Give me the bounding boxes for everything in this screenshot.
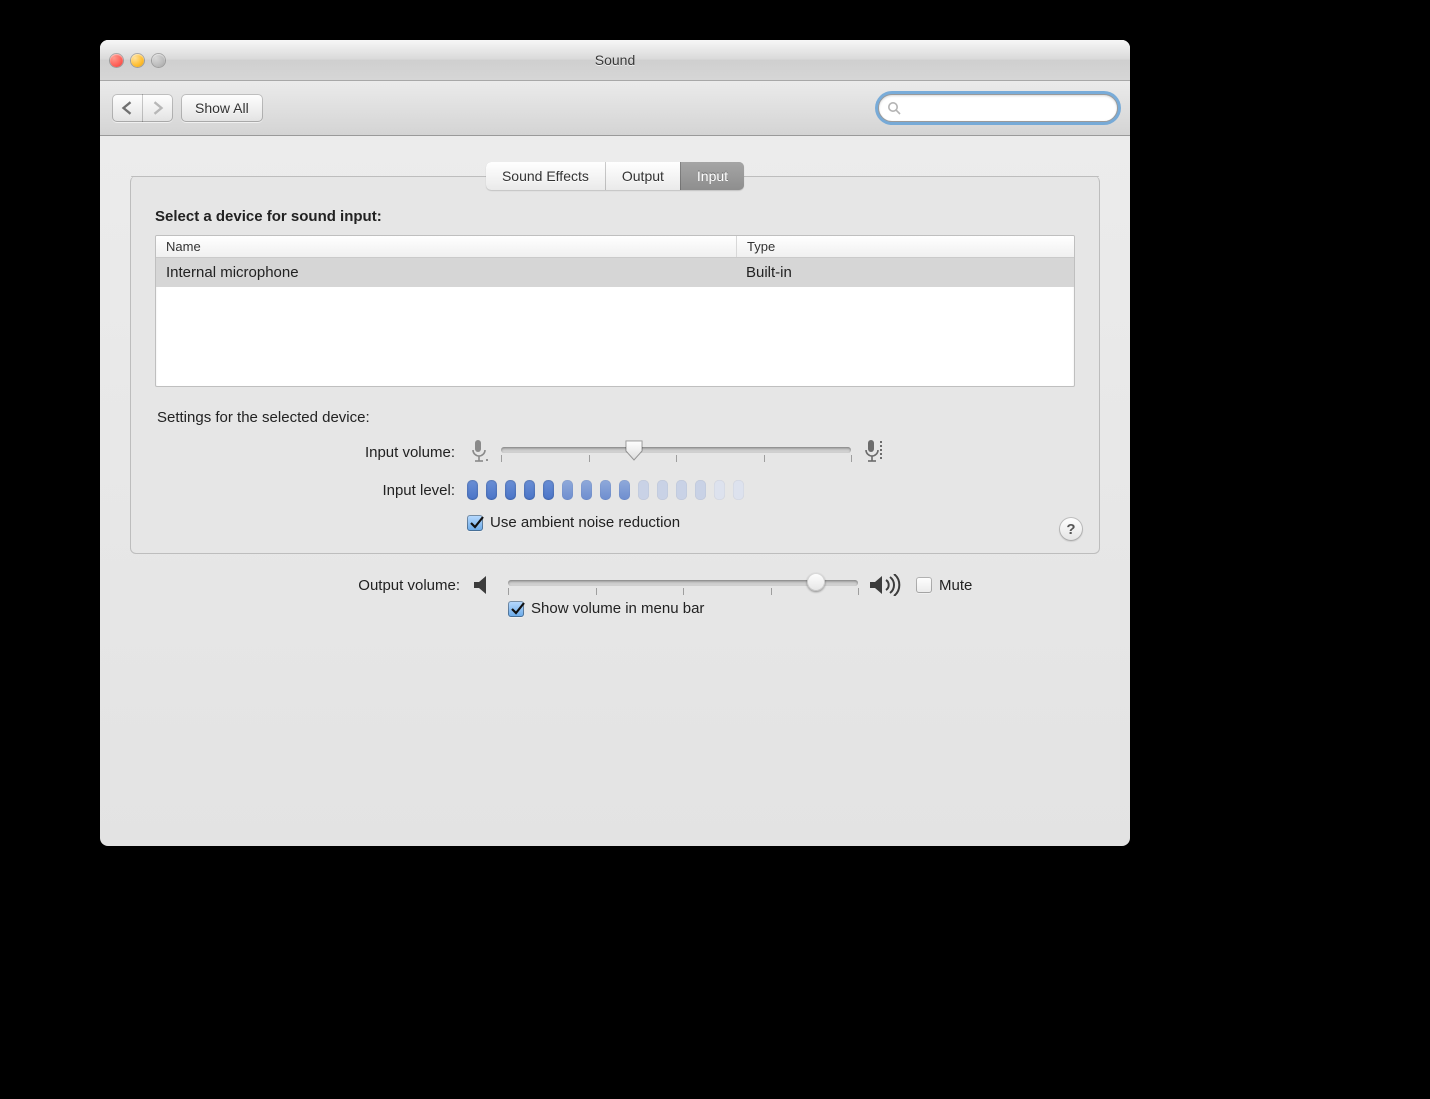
input-volume-label: Input volume: (155, 444, 467, 461)
level-segment (543, 480, 554, 500)
checkmark-icon (468, 515, 484, 531)
mute-checkbox[interactable] (916, 577, 932, 593)
checkmark-icon (509, 601, 525, 617)
level-segment (467, 480, 478, 500)
level-segment (657, 480, 668, 500)
input-volume-slider[interactable] (501, 447, 851, 453)
level-segment (676, 480, 687, 500)
ambient-noise-label: Use ambient noise reduction (490, 514, 680, 531)
sound-preferences-window: Sound Show All (100, 40, 1130, 846)
tab-input[interactable]: Input (680, 162, 744, 190)
help-button[interactable]: ? (1059, 517, 1083, 541)
sound-settings-group: Sound Effects Output Input Select a devi… (130, 176, 1100, 554)
output-volume-label: Output volume: (130, 577, 472, 594)
back-button[interactable] (112, 94, 143, 122)
zoom-window-button[interactable] (152, 54, 165, 67)
speaker-loud-icon (868, 574, 902, 596)
level-segment (562, 480, 573, 500)
table-row[interactable]: Internal microphone Built-in (156, 258, 1074, 287)
chevron-left-icon (121, 101, 133, 115)
minimize-window-button[interactable] (131, 54, 144, 67)
level-segment (638, 480, 649, 500)
tab-strip: Sound Effects Output Input (155, 162, 1075, 190)
column-header-type[interactable]: Type (737, 236, 1074, 257)
level-segment (486, 480, 497, 500)
slider-ticks (501, 455, 851, 463)
ambient-noise-checkbox[interactable] (467, 515, 483, 531)
search-field-wrap (878, 94, 1118, 122)
level-segment (733, 480, 744, 500)
input-level-row: Input level: (155, 480, 1075, 500)
level-segment (619, 480, 630, 500)
show-in-menubar-label: Show volume in menu bar (531, 600, 704, 617)
window-title: Sound (100, 52, 1130, 68)
output-volume-row: Output volume: (130, 574, 1100, 596)
ambient-noise-row: Use ambient noise reduction (155, 514, 1075, 531)
input-device-table[interactable]: Name Type Internal microphone Built-in (155, 235, 1075, 387)
input-level-meter (467, 480, 744, 500)
show-in-menubar-checkbox[interactable] (508, 601, 524, 617)
microphone-high-icon (861, 438, 885, 466)
search-icon (887, 101, 901, 115)
forward-button[interactable] (143, 94, 173, 122)
device-type-cell: Built-in (736, 262, 1074, 283)
level-segment (505, 480, 516, 500)
toolbar: Show All (100, 81, 1130, 136)
device-name-cell: Internal microphone (156, 262, 736, 283)
input-volume-row: Input volume: (155, 438, 1075, 466)
content-area: Sound Effects Output Input Select a devi… (100, 136, 1130, 641)
level-segment (714, 480, 725, 500)
settings-for-device-label: Settings for the selected device: (157, 409, 1075, 426)
show-all-button[interactable]: Show All (181, 94, 263, 122)
search-input[interactable] (878, 94, 1118, 122)
title-bar: Sound (100, 40, 1130, 81)
output-volume-slider[interactable] (508, 580, 858, 586)
level-segment (600, 480, 611, 500)
help-icon: ? (1066, 521, 1075, 538)
input-level-label: Input level: (155, 482, 467, 499)
select-device-label: Select a device for sound input: (155, 208, 1075, 225)
window-controls (110, 54, 165, 67)
level-segment (581, 480, 592, 500)
level-segment (695, 480, 706, 500)
tab-output[interactable]: Output (605, 162, 680, 190)
table-header: Name Type (156, 236, 1074, 258)
show-in-menubar-row: Show volume in menu bar (130, 600, 1100, 617)
slider-ticks (508, 588, 858, 596)
speaker-mute-icon (472, 574, 498, 596)
show-all-label: Show All (195, 100, 249, 116)
nav-back-forward (112, 94, 173, 122)
mute-label: Mute (939, 577, 972, 594)
chevron-right-icon (152, 101, 164, 115)
microphone-low-icon (467, 438, 491, 466)
tab-sound-effects[interactable]: Sound Effects (486, 162, 605, 190)
close-window-button[interactable] (110, 54, 123, 67)
level-segment (524, 480, 535, 500)
column-header-name[interactable]: Name (156, 236, 737, 257)
